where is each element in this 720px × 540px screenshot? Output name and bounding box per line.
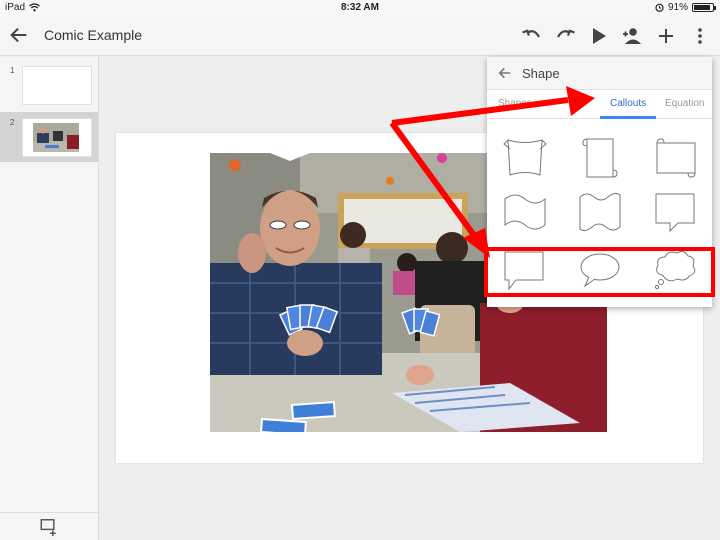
shape-panel-header: Shape	[487, 57, 712, 90]
battery-percent: 91%	[667, 2, 688, 13]
shape-panel: Shape Shapes Callouts Equation	[487, 57, 712, 307]
play-icon[interactable]	[587, 24, 611, 48]
slide-thumbnail-1[interactable]: 1	[0, 60, 98, 110]
add-slide-icon[interactable]	[0, 512, 98, 540]
slide-number: 2	[10, 118, 15, 127]
active-tab-indicator	[600, 116, 656, 119]
cloud-callout-icon[interactable]	[650, 247, 700, 293]
speech-callout-icon[interactable]	[500, 247, 550, 293]
shape-panel-title: Shape	[522, 66, 560, 81]
plus-icon[interactable]	[654, 24, 678, 48]
scroll-banner-icon[interactable]	[500, 135, 550, 181]
double-wave-icon[interactable]	[575, 189, 625, 235]
slide-thumbnail-panel: 1 2	[0, 57, 99, 540]
status-bar: iPad 8:32 AM 91%	[0, 0, 720, 16]
shape-tabs: Shapes Callouts Equation	[487, 90, 712, 119]
vertical-scroll-icon[interactable]	[575, 135, 625, 181]
tab-shapes[interactable]: Shapes	[498, 98, 532, 109]
oval-callout-icon[interactable]	[575, 247, 625, 293]
more-vert-icon[interactable]	[688, 24, 712, 48]
rect-callout-icon[interactable]	[650, 189, 700, 235]
battery-icon	[692, 3, 716, 12]
redo-icon[interactable]	[554, 24, 578, 48]
tab-callouts[interactable]: Callouts	[610, 98, 646, 109]
horizontal-scroll-icon[interactable]	[650, 135, 700, 181]
wave-icon[interactable]	[500, 189, 550, 235]
photo-thumbnail	[23, 119, 91, 156]
document-title[interactable]: Comic Example	[44, 27, 142, 43]
slide-number: 1	[10, 66, 15, 75]
app-toolbar: Comic Example	[0, 16, 720, 56]
arrow-left-icon[interactable]	[497, 65, 513, 81]
slide-preview	[22, 118, 92, 157]
slide-thumbnail-2[interactable]: 2	[0, 112, 98, 162]
tab-equation[interactable]: Equation	[665, 98, 704, 109]
slide-preview	[22, 66, 92, 105]
undo-icon[interactable]	[519, 24, 543, 48]
arrow-left-icon[interactable]	[8, 24, 30, 46]
clock: 8:32 AM	[341, 2, 379, 13]
alarm-icon	[655, 3, 664, 12]
add-person-icon[interactable]	[620, 24, 644, 48]
